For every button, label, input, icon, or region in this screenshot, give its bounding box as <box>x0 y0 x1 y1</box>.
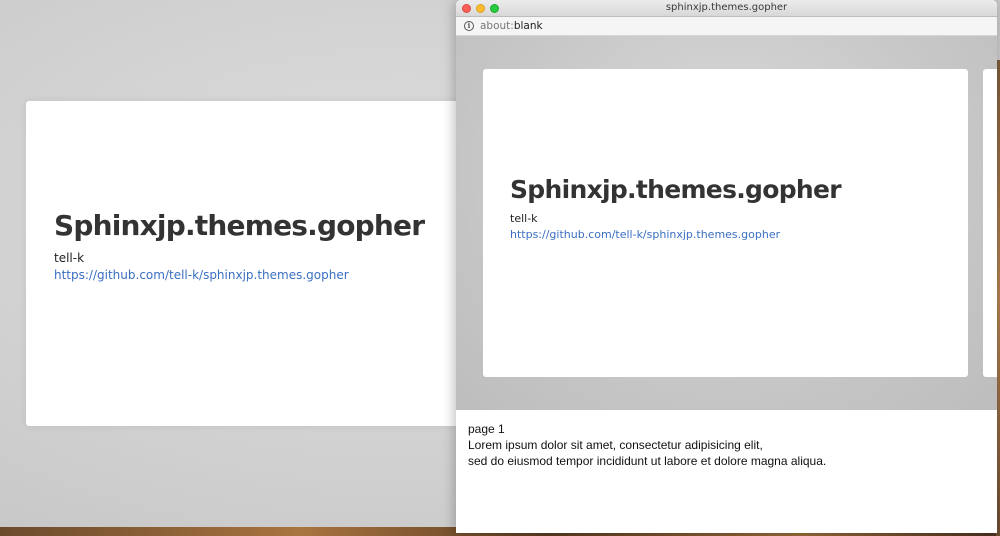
address-bar[interactable]: i about:blank <box>456 17 997 36</box>
speaker-notes: page 1 Lorem ipsum dolor sit amet, conse… <box>456 410 997 533</box>
notes-line: Lorem ipsum dolor sit amet, consectetur … <box>468 438 763 452</box>
window-titlebar[interactable]: sphinxjp.themes.gopher <box>456 0 997 17</box>
slide-link[interactable]: https://github.com/tell-k/sphinxjp.theme… <box>54 268 349 282</box>
info-icon[interactable]: i <box>464 21 474 31</box>
next-slide-preview <box>983 69 997 377</box>
slide-author: tell-k <box>54 251 85 265</box>
url-path: blank <box>513 20 543 32</box>
presenter-window: sphinxjp.themes.gopher i about:blank Sph… <box>456 0 997 533</box>
slide-link[interactable]: https://github.com/tell-k/sphinxjp.theme… <box>510 228 780 241</box>
url-text[interactable]: about:blank <box>480 20 543 32</box>
url-scheme: about: <box>480 20 514 32</box>
current-slide: Sphinxjp.themes.gopher tell-k https://gi… <box>483 69 968 377</box>
slide-viewport: Sphinxjp.themes.gopher tell-k https://gi… <box>456 36 997 410</box>
slide-title: Sphinxjp.themes.gopher <box>510 175 842 204</box>
slide-author: tell-k <box>510 212 538 225</box>
window-title: sphinxjp.themes.gopher <box>665 2 788 13</box>
notes-line: sed do eiusmod tempor incididunt ut labo… <box>468 454 827 468</box>
notes-page-label: page 1 <box>468 422 505 436</box>
slide-title: Sphinxjp.themes.gopher <box>54 209 425 242</box>
